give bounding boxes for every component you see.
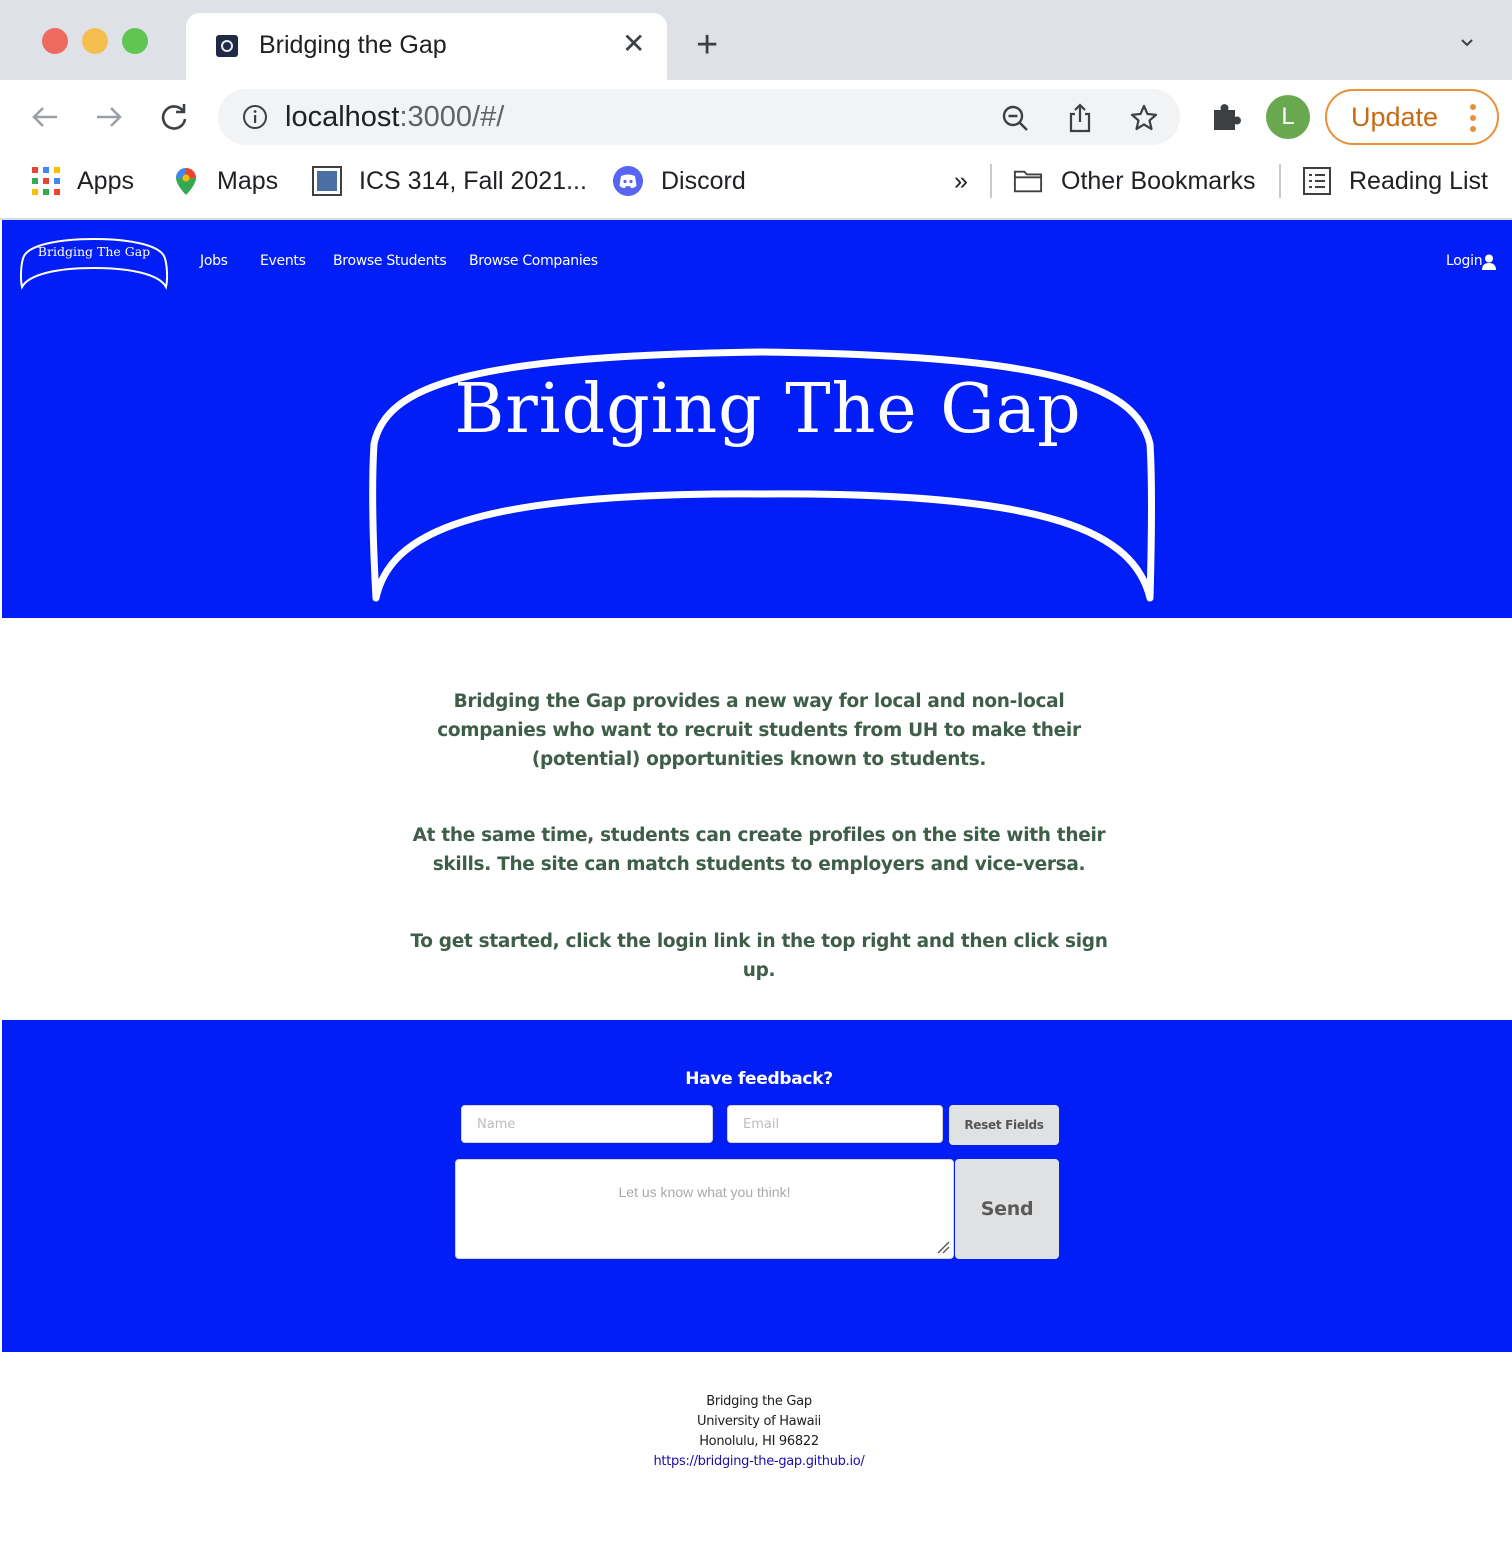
tab-title: Bridging the Gap <box>259 31 447 59</box>
profile-avatar[interactable]: L <box>1266 95 1310 139</box>
browser-toolbar: localhost:3000/#/ L Update <box>0 80 1512 154</box>
about-paragraph: Bridging the Gap provides a new way for … <box>437 691 1081 770</box>
square-favicon-icon[interactable] <box>312 166 342 196</box>
about-paragraph: To get started, click the login link in … <box>410 931 1108 981</box>
reset-fields-button[interactable]: Reset Fields <box>949 1105 1059 1145</box>
discord-icon[interactable] <box>613 166 643 196</box>
forward-arrow-icon[interactable] <box>91 99 127 135</box>
browser-tab-strip: Bridging the Gap ✕ + <box>0 0 1512 80</box>
footer-site-link[interactable]: https://bridging-the-gap.github.io/ <box>653 1454 864 1469</box>
feedback-message-textarea[interactable] <box>455 1159 954 1259</box>
nav-browse-students[interactable]: Browse Students <box>333 253 447 269</box>
reload-icon[interactable] <box>156 99 192 135</box>
bookmark-maps[interactable]: Maps <box>217 167 278 196</box>
footer-name: Bridging the Gap <box>706 1394 812 1409</box>
web-page: Bridging The Gap Jobs Events Browse Stud… <box>2 220 1512 1547</box>
address-bar[interactable]: localhost:3000/#/ <box>218 89 1180 145</box>
bookmark-separator <box>1279 164 1281 198</box>
back-arrow-icon[interactable] <box>27 99 63 135</box>
bookmark-star-icon[interactable] <box>1129 103 1159 133</box>
name-input[interactable] <box>461 1105 713 1143</box>
site-footer: Bridging the Gap University of Hawaii Ho… <box>2 1352 1512 1547</box>
brand-banner-icon <box>19 237 169 290</box>
folder-icon[interactable] <box>1013 166 1043 196</box>
brand-logo[interactable]: Bridging The Gap <box>18 234 170 290</box>
apps-grid-icon[interactable] <box>31 166 61 196</box>
user-icon[interactable] <box>1482 254 1496 270</box>
resize-grip-icon[interactable] <box>936 1240 950 1254</box>
feedback-section: Have feedback? Reset Fields Send <box>2 1020 1512 1352</box>
zoom-window-button[interactable] <box>122 28 148 54</box>
hero-banner-icon <box>369 348 1155 602</box>
about-paragraph: At the same time, students can create pr… <box>412 825 1106 875</box>
site-info-icon[interactable] <box>242 104 268 130</box>
tab-close-icon[interactable]: ✕ <box>622 29 645 59</box>
url-text[interactable]: localhost:3000/#/ <box>285 101 504 134</box>
maps-pin-icon[interactable] <box>171 166 201 196</box>
site-favicon-icon <box>216 35 238 57</box>
nav-events[interactable]: Events <box>260 253 306 269</box>
bookmark-separator <box>990 164 992 198</box>
share-icon[interactable] <box>1065 103 1095 133</box>
zoom-out-icon[interactable] <box>1000 103 1030 133</box>
minimize-window-button[interactable] <box>82 28 108 54</box>
reading-list-icon[interactable] <box>1302 166 1332 196</box>
new-tab-icon[interactable]: + <box>696 26 718 64</box>
hero-section: Bridging The Gap <box>2 302 1512 618</box>
active-tab[interactable]: Bridging the Gap ✕ <box>186 13 667 80</box>
hero-title: Bridging The Gap <box>454 370 1082 449</box>
email-input[interactable] <box>727 1105 943 1143</box>
other-bookmarks[interactable]: Other Bookmarks <box>1061 167 1256 196</box>
close-window-button[interactable] <box>42 28 68 54</box>
feedback-heading: Have feedback? <box>685 1069 833 1089</box>
nav-browse-companies[interactable]: Browse Companies <box>469 253 598 269</box>
tab-search-chevron-icon[interactable] <box>1460 36 1474 50</box>
nav-jobs[interactable]: Jobs <box>200 253 228 269</box>
update-button[interactable]: Update <box>1325 89 1499 145</box>
site-navbar: Bridging The Gap Jobs Events Browse Stud… <box>2 220 1512 302</box>
footer-address: Honolulu, HI 96822 <box>699 1434 819 1449</box>
bookmarks-overflow-chevron[interactable]: » <box>954 167 968 196</box>
footer-university: University of Hawaii <box>697 1414 821 1429</box>
bookmark-discord[interactable]: Discord <box>661 167 746 196</box>
send-button[interactable]: Send <box>955 1159 1059 1259</box>
bookmarks-bar: Apps Maps ICS 314, Fall 2021... Discord … <box>0 154 1512 220</box>
nav-login[interactable]: Login <box>1446 253 1483 269</box>
bookmark-ics314[interactable]: ICS 314, Fall 2021... <box>359 167 587 196</box>
brand-text: Bridging The Gap <box>37 244 151 259</box>
about-section: Bridging the Gap provides a new way for … <box>2 618 1512 1020</box>
reading-list[interactable]: Reading List <box>1349 167 1488 196</box>
bookmark-apps[interactable]: Apps <box>77 167 134 196</box>
extensions-puzzle-icon[interactable] <box>1208 98 1244 134</box>
more-options-icon[interactable] <box>1469 103 1477 133</box>
